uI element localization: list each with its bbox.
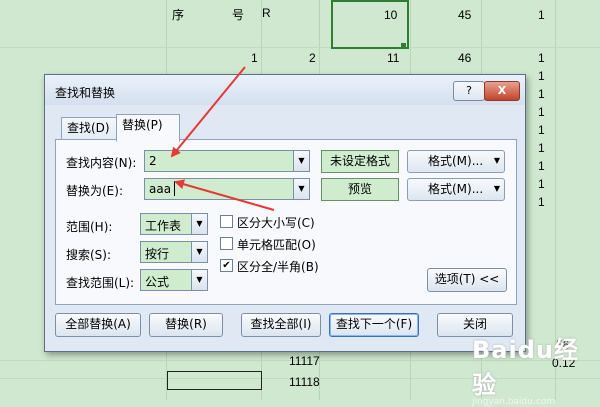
match-byte-label[interactable]: 区分全/半角(B)	[237, 258, 319, 275]
grid-cell: 1	[538, 123, 545, 137]
chevron-down-icon[interactable]: ▼	[191, 242, 207, 262]
text-cursor	[174, 181, 175, 196]
search-order-select[interactable]: 按行 ▼	[140, 241, 208, 263]
match-case-label[interactable]: 区分大小写(C)	[237, 214, 315, 231]
match-entire-cell-label[interactable]: 单元格匹配(O)	[237, 236, 316, 253]
look-in-label: 查找范围(L):	[66, 276, 135, 290]
grid-cell: 11118	[289, 375, 320, 389]
match-case-checkbox[interactable]	[220, 215, 233, 228]
replace-format-button[interactable]: 格式(M)... ▼	[407, 178, 505, 201]
chevron-down-icon[interactable]: ▼	[191, 214, 207, 234]
find-all-button[interactable]: 查找全部(I)	[241, 313, 321, 337]
match-byte-checkbox[interactable]: ✔	[220, 259, 233, 272]
find-what-value: 2	[149, 154, 157, 168]
replace-format-label: 格式(M)...	[428, 182, 484, 196]
search-label: 搜索(S):	[66, 248, 112, 262]
watermark-url: jingyan.baidu.com	[472, 397, 556, 407]
dialog-titlebar[interactable]: 查找和替换 ? X	[45, 75, 525, 105]
match-entire-cell-checkbox[interactable]	[220, 237, 233, 250]
grid-cell: 1	[538, 195, 545, 209]
find-what-combobox[interactable]: 2 ▼	[144, 150, 310, 172]
grid-cell: 11117	[289, 354, 320, 368]
replace-preview: 预览	[321, 178, 399, 201]
replace-with-combobox[interactable]: aaa ▼	[144, 178, 310, 200]
grid-cell: 2	[309, 51, 316, 65]
within-label: 范围(H):	[66, 220, 113, 234]
replace-with-label: 替换为(E):	[66, 184, 123, 198]
grid-cell: 1	[251, 51, 258, 65]
header-seq-cell: 序	[172, 8, 185, 22]
look-in-value: 公式	[145, 275, 170, 289]
grid-cell: 1	[538, 87, 545, 101]
bordered-cell[interactable]	[167, 371, 262, 390]
help-button[interactable]: ?	[453, 81, 485, 101]
grid-cell: 1	[538, 159, 545, 173]
replace-all-button[interactable]: 全部替换(A)	[55, 313, 141, 337]
grid-cell: 1	[538, 69, 545, 83]
row-divider	[0, 47, 600, 48]
chevron-down-icon: ▼	[493, 184, 500, 193]
look-in-select[interactable]: 公式 ▼	[140, 269, 208, 291]
options-toggle-button[interactable]: 选项(T) <<	[427, 268, 507, 292]
chevron-down-icon[interactable]: ▼	[293, 151, 309, 171]
search-order-value: 按行	[145, 247, 170, 261]
baidu-logo: Baidu经验	[472, 336, 579, 399]
dialog-title: 查找和替换	[55, 86, 116, 100]
chevron-down-icon[interactable]: ▼	[191, 270, 207, 290]
find-replace-dialog: 查找和替换 ? X 查找(D) 替换(P) 查找内容(N): 2 ▼ 未设定格式…	[44, 74, 526, 352]
replace-with-value: aaa	[149, 182, 172, 196]
grid-cell: 1	[538, 51, 545, 65]
tab-find[interactable]: 查找(D)	[61, 117, 119, 140]
checkmark-icon: ✔	[222, 260, 231, 271]
chevron-down-icon[interactable]: ▼	[293, 179, 309, 199]
header-num-cell: 号	[232, 8, 245, 22]
grid-cell: 1	[538, 141, 545, 155]
grid-cell: 10	[384, 8, 398, 22]
find-format-label: 格式(M)...	[428, 154, 484, 168]
find-format-status: 未设定格式	[321, 150, 399, 173]
tab-replace[interactable]: 替换(P)	[116, 114, 180, 142]
fill-handle[interactable]	[401, 43, 406, 48]
grid-cell: 1	[538, 177, 545, 191]
grid-cell: 1	[538, 105, 545, 119]
find-next-button[interactable]: 查找下一个(F)	[329, 313, 419, 337]
grid-cell: 11	[387, 51, 400, 65]
find-format-button[interactable]: 格式(M)... ▼	[407, 150, 505, 173]
close-icon[interactable]: X	[484, 81, 520, 101]
header-r-cell: R	[262, 6, 271, 20]
within-select[interactable]: 工作表 ▼	[140, 213, 208, 235]
grid-cell: 1	[538, 8, 545, 22]
replace-panel: 查找内容(N): 2 ▼ 未设定格式 格式(M)... ▼ 替换为(E): aa…	[55, 139, 517, 305]
grid-cell: 46	[458, 51, 472, 65]
grid-cell: 45	[458, 8, 472, 22]
within-value: 工作表	[145, 219, 182, 233]
replace-button[interactable]: 替换(R)	[149, 313, 223, 337]
watermark-logo: Baidu经验 jingyan.baidu.com	[472, 330, 600, 407]
find-what-label: 查找内容(N):	[66, 156, 137, 170]
chevron-down-icon: ▼	[493, 156, 500, 165]
